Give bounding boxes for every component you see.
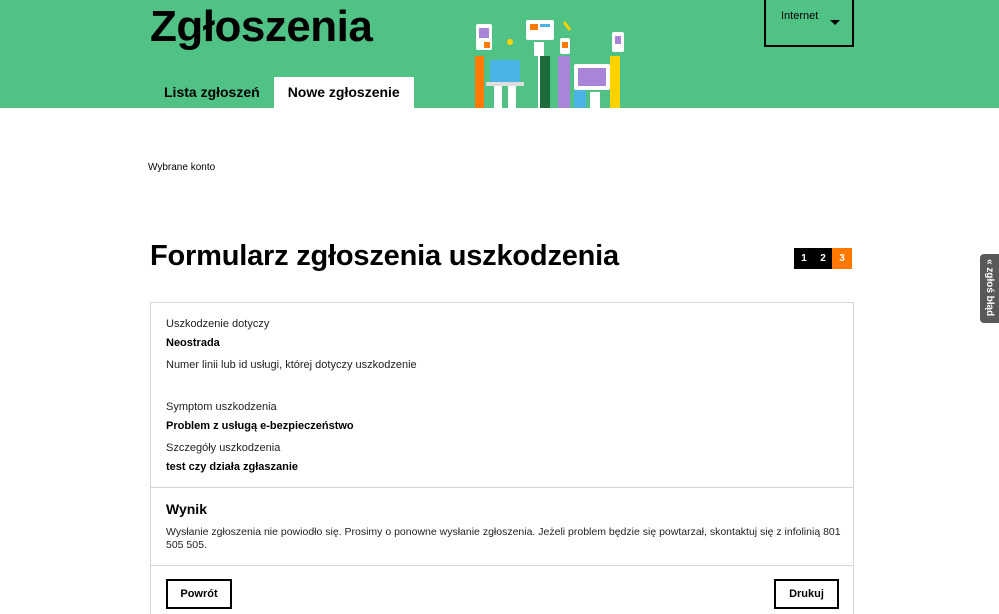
field-label-damage-type: Uszkodzenie dotyczy [166, 318, 270, 330]
header: Zgłoszenia Lista zgłoszeń Nowe zgłoszeni… [0, 0, 999, 108]
result-section: Wynik Wysłanie zgłoszenia nie powiodło s… [151, 488, 853, 566]
field-value-symptom: Problem z usługą e-bezpieczeństwo [166, 420, 354, 432]
field-label-details: Szczegóły uszkodzenia [166, 442, 281, 454]
tab-nowe-zgloszenie[interactable]: Nowe zgłoszenie [273, 77, 414, 108]
back-button[interactable]: Powrót [166, 579, 232, 609]
print-button[interactable]: Drukuj [774, 579, 839, 609]
selected-account-label: Wybrane konto [148, 162, 216, 173]
form-title: Formularz zgłoszenia uszkodzenia [150, 240, 619, 272]
chevron-down-icon [830, 20, 840, 25]
summary-panel: Uszkodzenie dotyczy Neostrada Numer lini… [150, 302, 854, 614]
account-select-value: Internet [781, 10, 819, 22]
account-select[interactable]: Internet [764, 0, 854, 47]
step-indicator: 1 2 3 [794, 248, 852, 269]
step-2: 2 [813, 248, 833, 269]
step-1: 1 [794, 248, 814, 269]
page-title: Zgłoszenia [150, 2, 373, 51]
result-message: Wysłanie zgłoszenia nie powiodło się. Pr… [166, 526, 841, 551]
tab-lista-zgloszen[interactable]: Lista zgłoszeń [150, 77, 274, 108]
field-label-line-number: Numer linii lub id usługi, której dotycz… [166, 359, 417, 371]
field-value-details: test czy działa zgłaszanie [166, 461, 299, 473]
hands-devices-illustration [475, 20, 624, 108]
field-value-damage-type: Neostrada [166, 337, 220, 349]
report-bug-label: « zgłoś błąd [984, 259, 995, 317]
report-bug-tab[interactable]: « zgłoś błąd [980, 254, 999, 323]
field-label-symptom: Symptom uszkodzenia [166, 401, 277, 413]
damage-details: Uszkodzenie dotyczy Neostrada Numer lini… [151, 303, 853, 488]
result-title: Wynik [166, 501, 207, 517]
step-3: 3 [832, 248, 852, 269]
tab-bar: Lista zgłoszeń Nowe zgłoszenie [150, 77, 414, 108]
